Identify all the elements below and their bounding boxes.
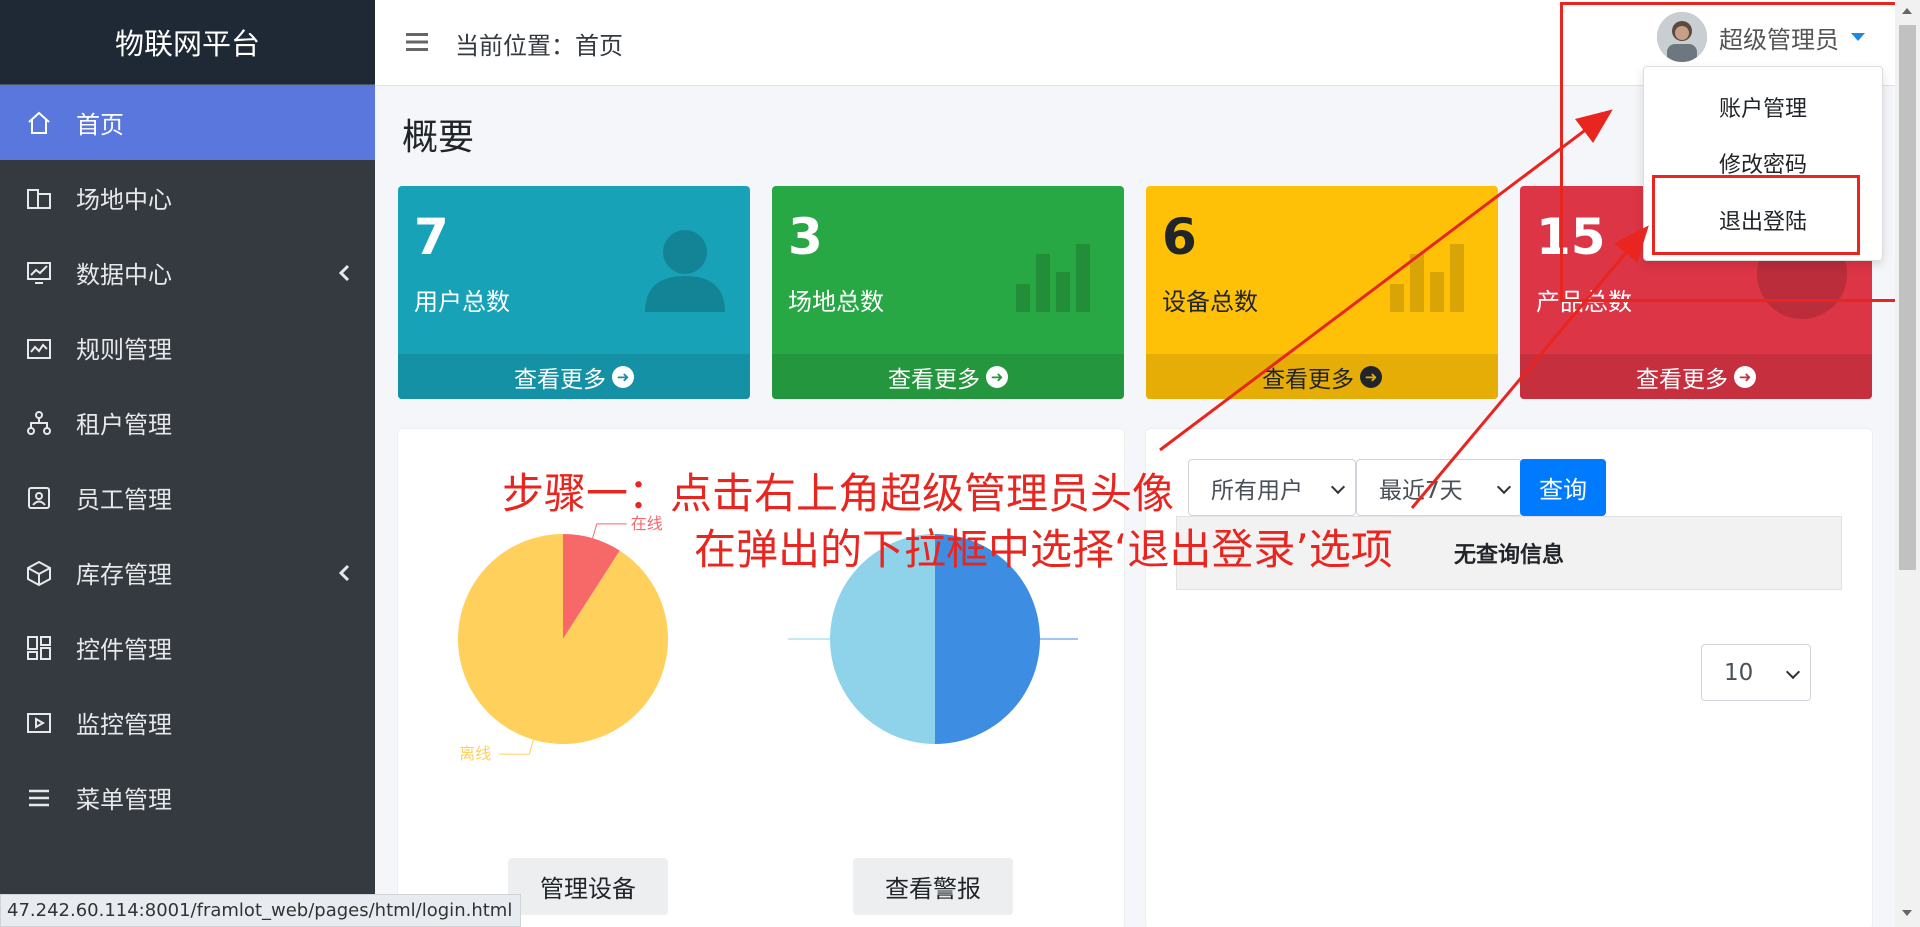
pie-slice-1 bbox=[458, 534, 668, 744]
rules-icon bbox=[24, 333, 54, 363]
box-icon bbox=[24, 558, 54, 588]
page-size-select[interactable]: 10 bbox=[1701, 644, 1811, 701]
sidebar-item-0[interactable]: 首页 bbox=[0, 85, 375, 160]
view-more-link[interactable]: 查看更多 ➜ bbox=[1520, 354, 1872, 399]
stat-value: 3 bbox=[788, 208, 823, 266]
manage-devices-button[interactable]: 管理设备 bbox=[508, 858, 668, 915]
id-card-icon bbox=[24, 483, 54, 513]
play-icon bbox=[24, 708, 54, 738]
pie-label-line-1 bbox=[499, 739, 534, 755]
arrow-right-circle-icon: ➜ bbox=[612, 365, 634, 388]
sidebar-item-label: 场地中心 bbox=[76, 186, 172, 214]
stat-card-1: 3 场地总数查看更多 ➜ bbox=[772, 186, 1124, 399]
sidebar-item-7[interactable]: 控件管理 bbox=[0, 610, 375, 685]
chevron-down-icon bbox=[1330, 479, 1346, 495]
chevron-down-icon bbox=[1785, 664, 1801, 680]
stat-value: 6 bbox=[1162, 208, 1197, 266]
brand-title[interactable]: 物联网平台 bbox=[0, 0, 375, 85]
chevron-left-icon bbox=[337, 561, 351, 589]
range-filter-value: 最近7天 bbox=[1379, 477, 1463, 504]
user-filter-select[interactable]: 所有用户 bbox=[1188, 459, 1356, 516]
chevron-down-icon bbox=[1496, 479, 1512, 495]
annotation-box-user bbox=[1560, 2, 1908, 302]
sidebar-item-5[interactable]: 员工管理 bbox=[0, 460, 375, 535]
view-more-label: 查看更多 bbox=[1636, 366, 1728, 393]
scrollbar-thumb[interactable] bbox=[1899, 25, 1916, 570]
arrow-right-circle-icon: ➜ bbox=[1734, 365, 1756, 388]
sidebar-item-6[interactable]: 库存管理 bbox=[0, 535, 375, 610]
sidebar: 物联网平台 首页场地中心数据中心规则管理租户管理员工管理库存管理控件管理监控管理… bbox=[0, 0, 375, 927]
stat-label: 用户总数 bbox=[414, 288, 510, 316]
home-icon bbox=[24, 108, 54, 138]
annotation-step-one: 步骤一：点击右上角超级管理员头像 bbox=[502, 469, 1175, 518]
sidebar-item-9[interactable]: 菜单管理 bbox=[0, 760, 375, 835]
view-more-label: 查看更多 bbox=[1262, 366, 1354, 393]
hamburger-menu-icon[interactable] bbox=[405, 30, 429, 54]
view-more-link[interactable]: 查看更多 ➜ bbox=[398, 354, 750, 399]
sidebar-item-8[interactable]: 监控管理 bbox=[0, 685, 375, 760]
sidebar-item-label: 菜单管理 bbox=[76, 786, 172, 814]
stat-card-2: 6 设备总数查看更多 ➜ bbox=[1146, 186, 1498, 399]
sidebar-item-label: 库存管理 bbox=[76, 561, 172, 589]
annotation-box-logout bbox=[1652, 175, 1860, 255]
range-filter-select[interactable]: 最近7天 bbox=[1356, 459, 1522, 516]
sidebar-item-2[interactable]: 数据中心 bbox=[0, 235, 375, 310]
status-bar-url: 47.242.60.114:8001/framlot_web/pages/htm… bbox=[0, 894, 522, 927]
sidebar-nav: 首页场地中心数据中心规则管理租户管理员工管理库存管理控件管理监控管理菜单管理 bbox=[0, 85, 375, 835]
chevron-left-icon bbox=[337, 261, 351, 289]
stat-label: 场地总数 bbox=[788, 288, 884, 316]
sidebar-item-4[interactable]: 租户管理 bbox=[0, 385, 375, 460]
list-icon bbox=[24, 783, 54, 813]
sidebar-item-label: 租户管理 bbox=[76, 411, 172, 439]
page-size-value: 10 bbox=[1724, 659, 1754, 686]
view-more-link[interactable]: 查看更多 ➜ bbox=[1146, 354, 1498, 399]
stat-label: 设备总数 bbox=[1162, 288, 1258, 316]
building-icon bbox=[24, 183, 54, 213]
widgets-icon bbox=[24, 633, 54, 663]
arrow-right-circle-icon: ➜ bbox=[986, 365, 1008, 388]
sidebar-item-3[interactable]: 规则管理 bbox=[0, 310, 375, 385]
view-more-label: 查看更多 bbox=[514, 366, 606, 393]
query-panel: 所有用户 最近7天 查询 无查询信息 10 bbox=[1146, 429, 1872, 927]
sidebar-item-label: 首页 bbox=[76, 111, 124, 139]
query-button[interactable]: 查询 bbox=[1520, 459, 1606, 516]
page-title: 概要 bbox=[402, 117, 475, 158]
scroll-down-icon[interactable] bbox=[1902, 910, 1912, 916]
chart-monitor-icon bbox=[24, 258, 54, 288]
online-status-pie-chart: 在线离线 bbox=[458, 514, 668, 763]
page-scrollbar[interactable] bbox=[1895, 0, 1920, 927]
sidebar-item-label: 控件管理 bbox=[76, 636, 172, 664]
view-more-label: 查看更多 bbox=[888, 366, 980, 393]
pie-label-1: 离线 bbox=[459, 744, 491, 763]
breadcrumb: 当前位置：首页 bbox=[455, 32, 623, 60]
sidebar-item-1[interactable]: 场地中心 bbox=[0, 160, 375, 235]
user-icon bbox=[640, 224, 730, 318]
user-filter-value: 所有用户 bbox=[1211, 477, 1303, 504]
stat-value: 7 bbox=[414, 208, 449, 266]
view-alarms-button[interactable]: 查看警报 bbox=[853, 858, 1013, 915]
scroll-up-icon[interactable] bbox=[1902, 8, 1912, 14]
sidebar-item-label: 数据中心 bbox=[76, 261, 172, 289]
pie-label-line-0 bbox=[592, 523, 627, 539]
sitemap-icon bbox=[24, 408, 54, 438]
view-more-link[interactable]: 查看更多 ➜ bbox=[772, 354, 1124, 399]
bar-chart-icon bbox=[1014, 224, 1104, 318]
empty-result-text: 无查询信息 bbox=[1453, 543, 1564, 568]
stat-card-0: 7 用户总数查看更多 ➜ bbox=[398, 186, 750, 399]
arrow-right-circle-icon: ➜ bbox=[1360, 365, 1382, 388]
sidebar-item-label: 员工管理 bbox=[76, 486, 172, 514]
sidebar-item-label: 规则管理 bbox=[76, 336, 172, 364]
bar-chart-icon bbox=[1388, 224, 1478, 318]
annotation-step-two: 在弹出的下拉框中选择‘退出登录’选项 bbox=[694, 525, 1393, 574]
sidebar-item-label: 监控管理 bbox=[76, 711, 172, 739]
